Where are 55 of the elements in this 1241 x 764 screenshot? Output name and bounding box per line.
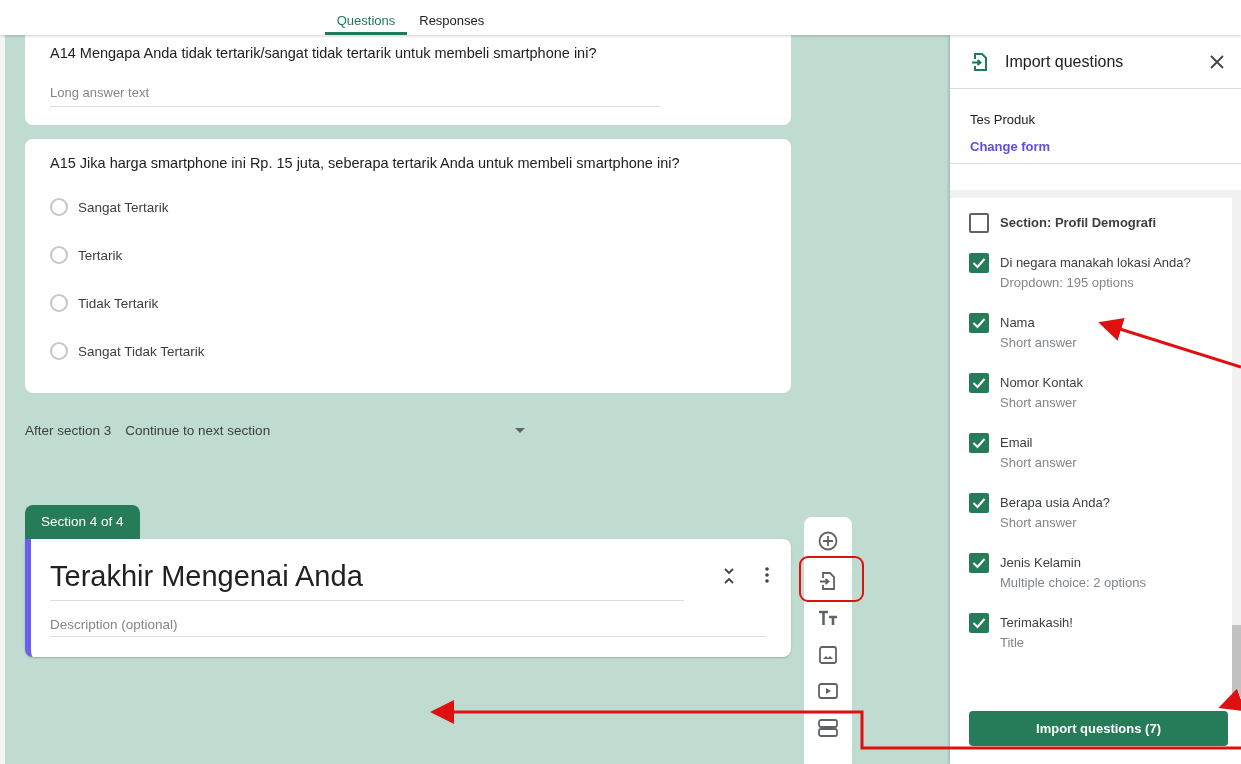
import-icon[interactable]	[819, 570, 837, 591]
after-section-label: After section 3	[25, 423, 112, 438]
section-label: Section: Profil Demografi	[1000, 214, 1157, 232]
question-label: Nomor Kontak	[1000, 374, 1084, 392]
question-type: Short answer	[1000, 454, 1077, 472]
option-label: Sangat Tidak Tertarik	[78, 343, 205, 359]
next-section-dropdown[interactable]: Continue to next section	[125, 423, 526, 438]
section-badge: Section 4 of 4	[25, 505, 140, 539]
close-icon[interactable]	[1210, 54, 1224, 69]
checkbox[interactable]	[969, 553, 989, 573]
question-label: Email	[1000, 434, 1034, 452]
radio-button[interactable]	[50, 246, 68, 264]
section-icon[interactable]	[818, 718, 838, 737]
checkbox[interactable]	[969, 433, 989, 453]
import-questions-button[interactable]: Import questions (7)	[969, 711, 1228, 746]
question-label: Jenis Kelamin	[1000, 554, 1082, 572]
checkbox[interactable]	[969, 493, 989, 513]
question-label: Nama	[1000, 314, 1036, 332]
option-label: Tidak Tertarik	[78, 295, 159, 311]
add-icon[interactable]	[818, 531, 838, 551]
question-title: A14 Mengapa Anda tidak tertarik/sangat tidak tertarik untuk membeli smartphone ini?	[50, 45, 598, 61]
question-type: Short answer	[1000, 394, 1078, 412]
question-label: Berapa usia Anda?	[1000, 494, 1110, 512]
checkbox[interactable]	[969, 253, 989, 273]
question-title: A15 Jika harga smartphone ini Rp. 15 juta, seberapa tertarik Anda untuk membeli smartphone ini?	[50, 155, 681, 171]
option-label: Tertarik	[78, 247, 123, 263]
question-type: Short answer	[1000, 514, 1078, 532]
checkbox[interactable]	[969, 213, 989, 233]
question-label: Terimakasih!	[1000, 614, 1073, 632]
collapse-icon[interactable]	[723, 567, 735, 585]
more-icon[interactable]	[765, 567, 769, 583]
radio-button[interactable]	[50, 342, 68, 360]
checkbox[interactable]	[969, 613, 989, 633]
tab[interactable]: Responses	[407, 0, 497, 35]
question-type: Dropdown: 195 options	[1000, 274, 1135, 292]
scrollbar-thumb[interactable]	[1232, 625, 1241, 697]
video-icon[interactable]	[818, 683, 838, 699]
section-title[interactable]: Terakhir Mengenai Anda	[50, 559, 684, 601]
title-text-icon[interactable]	[818, 610, 838, 626]
image-icon[interactable]	[819, 645, 837, 664]
question-type: Short answer	[1000, 334, 1077, 352]
question-label: Di negara manakah lokasi Anda?	[1000, 254, 1191, 272]
checkbox[interactable]	[969, 313, 989, 333]
checkbox[interactable]	[969, 373, 989, 393]
radio-button[interactable]	[50, 294, 68, 312]
form-name: Tes Produk	[970, 112, 1037, 127]
panel-title: Import questions	[1005, 52, 1125, 71]
radio-button[interactable]	[50, 198, 68, 216]
question-type: Multiple choice: 2 options	[1000, 574, 1146, 592]
import-icon	[971, 51, 989, 72]
question-type: Title	[1000, 634, 1026, 652]
dropdown-caret-icon	[515, 428, 526, 433]
highlight-box	[799, 556, 864, 602]
option-label: Sangat Tertarik	[78, 199, 169, 215]
change-form-link[interactable]: Change form	[970, 139, 1051, 154]
